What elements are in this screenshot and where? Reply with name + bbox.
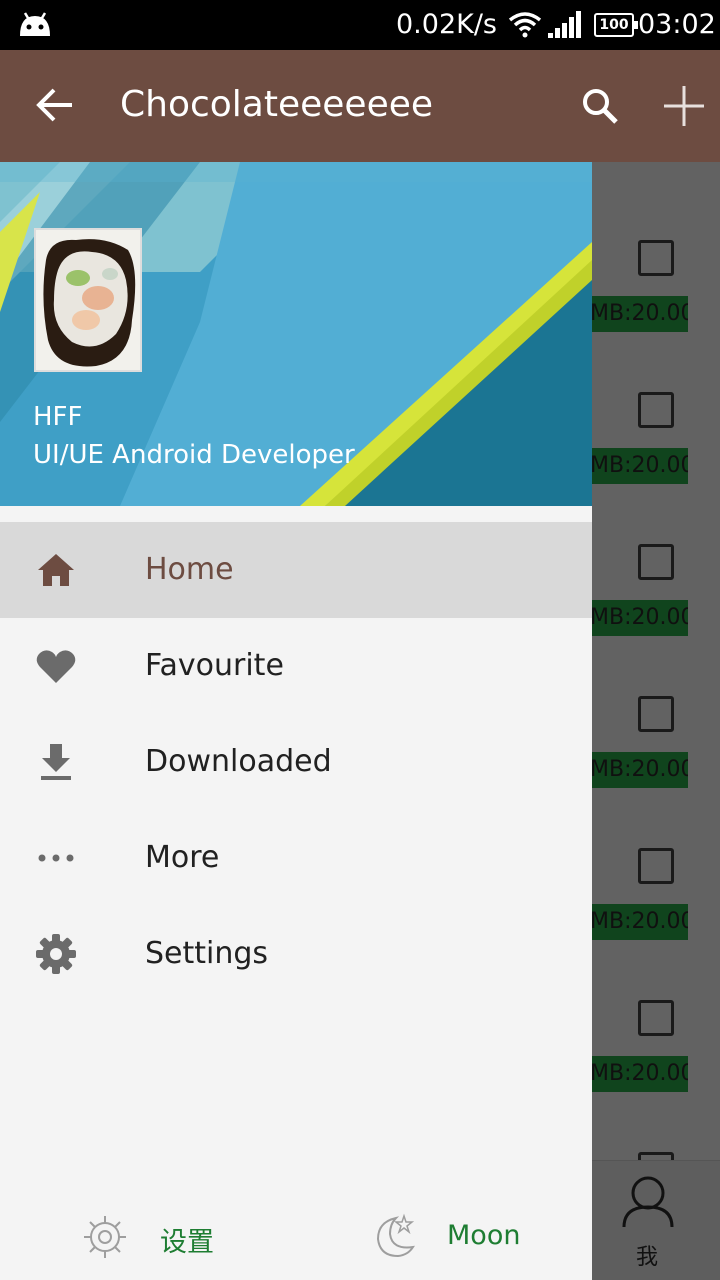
search-icon[interactable] [580, 86, 620, 126]
clock: 03:02 [638, 9, 716, 40]
menu-item-label: Favourite [145, 648, 284, 683]
menu-item-label: Settings [145, 936, 269, 971]
network-speed: 0.02K/s [396, 9, 497, 40]
menu-item-settings[interactable]: Settings [0, 906, 592, 1002]
app-root: 0.02K/s 100 03:02 MB:20.00 MB:20.00 MB:2… [0, 0, 720, 1280]
gear-icon[interactable] [82, 1214, 128, 1260]
bottom-nav-me[interactable]: 我 [592, 1160, 720, 1280]
drawer-footer: 设置 Moon [0, 1192, 592, 1280]
menu-item-label: More [145, 840, 220, 875]
bottom-nav-me-label: 我 [636, 1245, 659, 1270]
menu-item-label: Downloaded [145, 744, 332, 779]
navigation-drawer: HFF UI/UE Android Developer Home Favouri… [0, 162, 592, 1280]
menu-item-home[interactable]: Home [0, 522, 592, 618]
user-name: HFF [33, 402, 83, 432]
download-icon [41, 744, 71, 780]
avatar-photo [36, 230, 140, 370]
menu-item-label: Home [145, 552, 234, 587]
avatar[interactable] [34, 228, 142, 372]
settings-icon [36, 934, 76, 974]
battery-icon: 100 [594, 13, 638, 37]
app-bar: Chocolateeeeeee [0, 50, 720, 162]
moon-icon[interactable] [370, 1212, 418, 1260]
user-role: UI/UE Android Developer [33, 440, 355, 470]
heart-icon [36, 650, 76, 683]
page-title: Chocolateeeeeee [120, 84, 434, 125]
android-icon [20, 12, 50, 36]
home-icon [38, 554, 74, 586]
drawer-menu: Home Favourite Downloaded More Settings [0, 522, 592, 1002]
wifi-icon [508, 12, 542, 38]
menu-item-more[interactable]: More [0, 810, 592, 906]
menu-item-favourite[interactable]: Favourite [0, 618, 592, 714]
signal-icon [548, 11, 581, 38]
person-icon [622, 1176, 674, 1228]
drawer-header: HFF UI/UE Android Developer [0, 162, 592, 506]
status-bar: 0.02K/s 100 03:02 [0, 0, 720, 50]
footer-moon-label[interactable]: Moon [447, 1220, 520, 1251]
more-icon [38, 854, 74, 862]
footer-settings-label[interactable]: 设置 [160, 1220, 214, 1259]
menu-item-downloaded[interactable]: Downloaded [0, 714, 592, 810]
back-arrow-icon[interactable] [34, 84, 76, 126]
add-icon[interactable] [662, 84, 706, 128]
